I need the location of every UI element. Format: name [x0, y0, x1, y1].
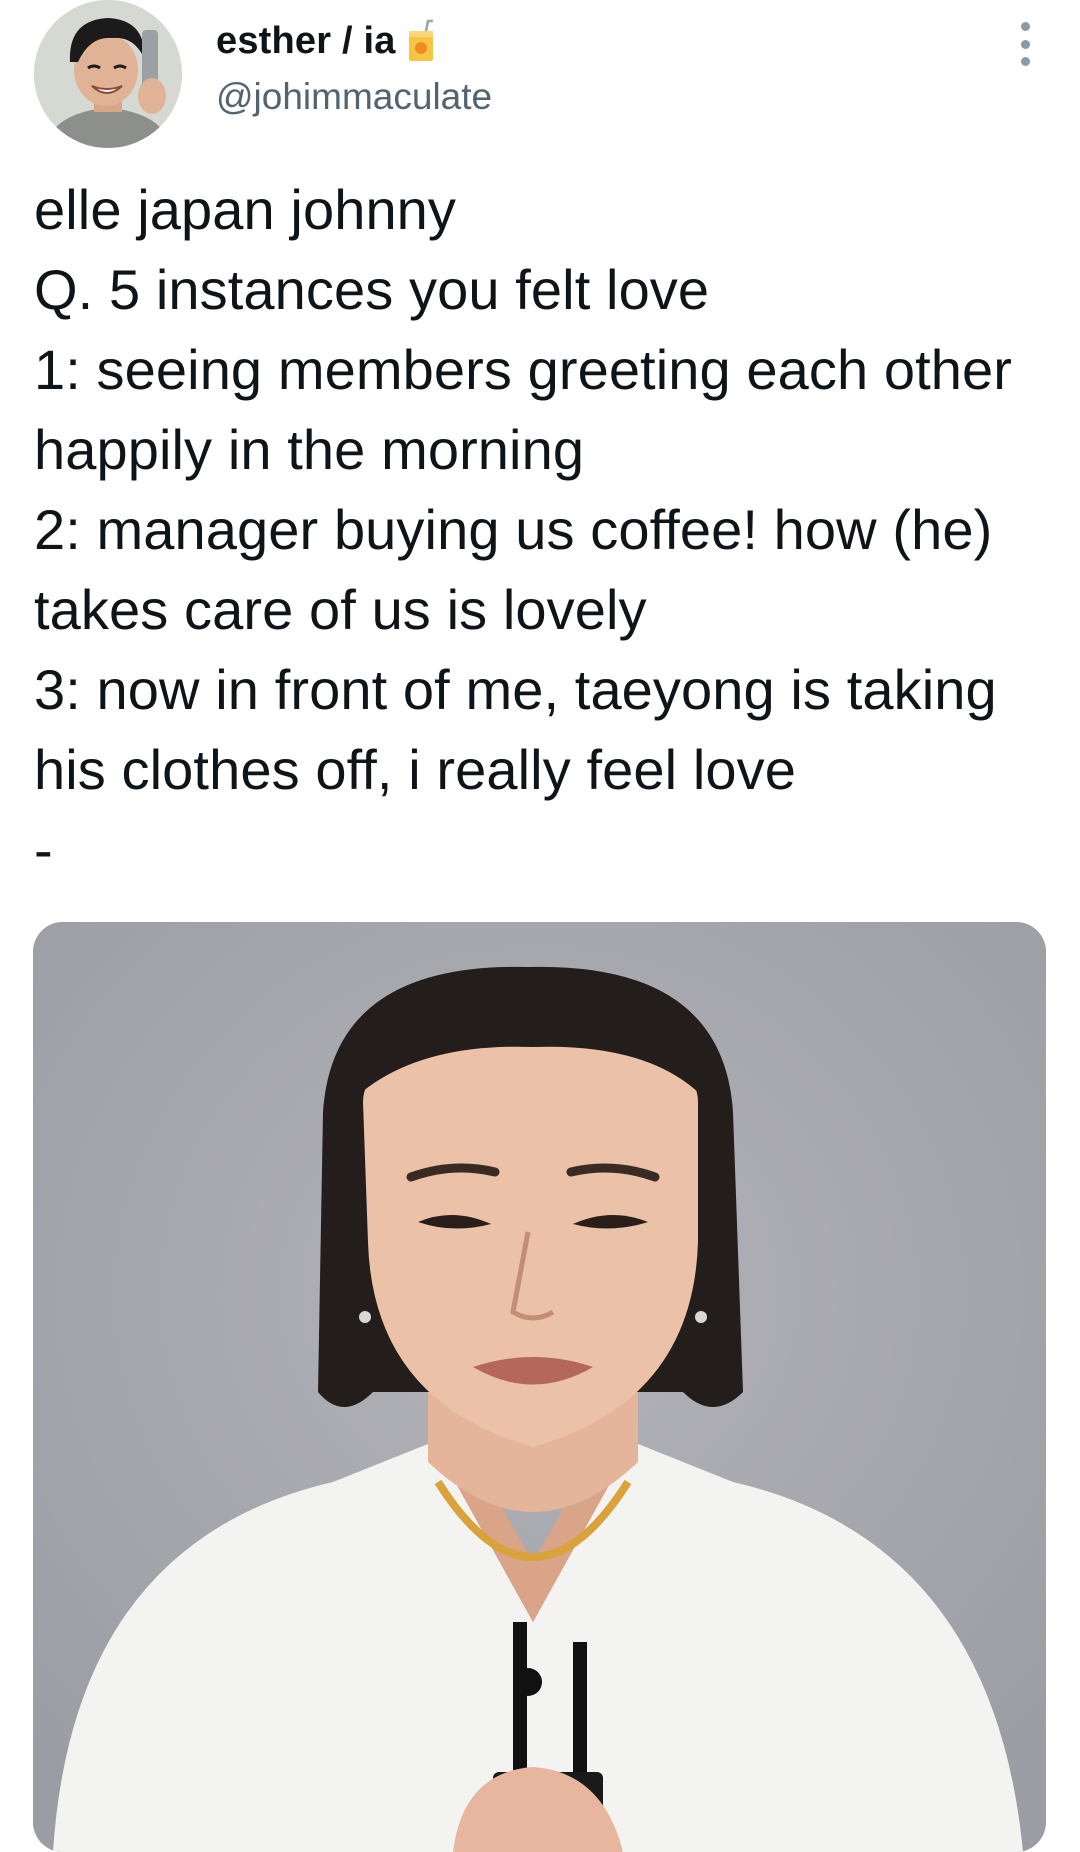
user-info[interactable]: esther / ia @johimmaculate: [216, 16, 492, 118]
more-dot: [1020, 22, 1030, 31]
tweet: esther / ia @johimmaculate elle japan jo…: [0, 0, 1080, 1852]
avatar-image: [34, 0, 182, 148]
media-image: [33, 922, 1046, 1852]
display-name-row: esther / ia: [216, 16, 492, 66]
user-handle[interactable]: @johimmaculate: [216, 76, 492, 118]
tweet-media[interactable]: [33, 922, 1046, 1852]
more-options-icon[interactable]: [1010, 22, 1040, 66]
avatar[interactable]: [34, 0, 182, 148]
more-dot: [1020, 57, 1030, 66]
juice-box-icon: [406, 19, 436, 63]
more-dot: [1020, 39, 1030, 49]
display-name[interactable]: esther / ia: [216, 20, 396, 63]
tweet-text: elle japan johnny Q. 5 instances you fel…: [34, 178, 1013, 881]
